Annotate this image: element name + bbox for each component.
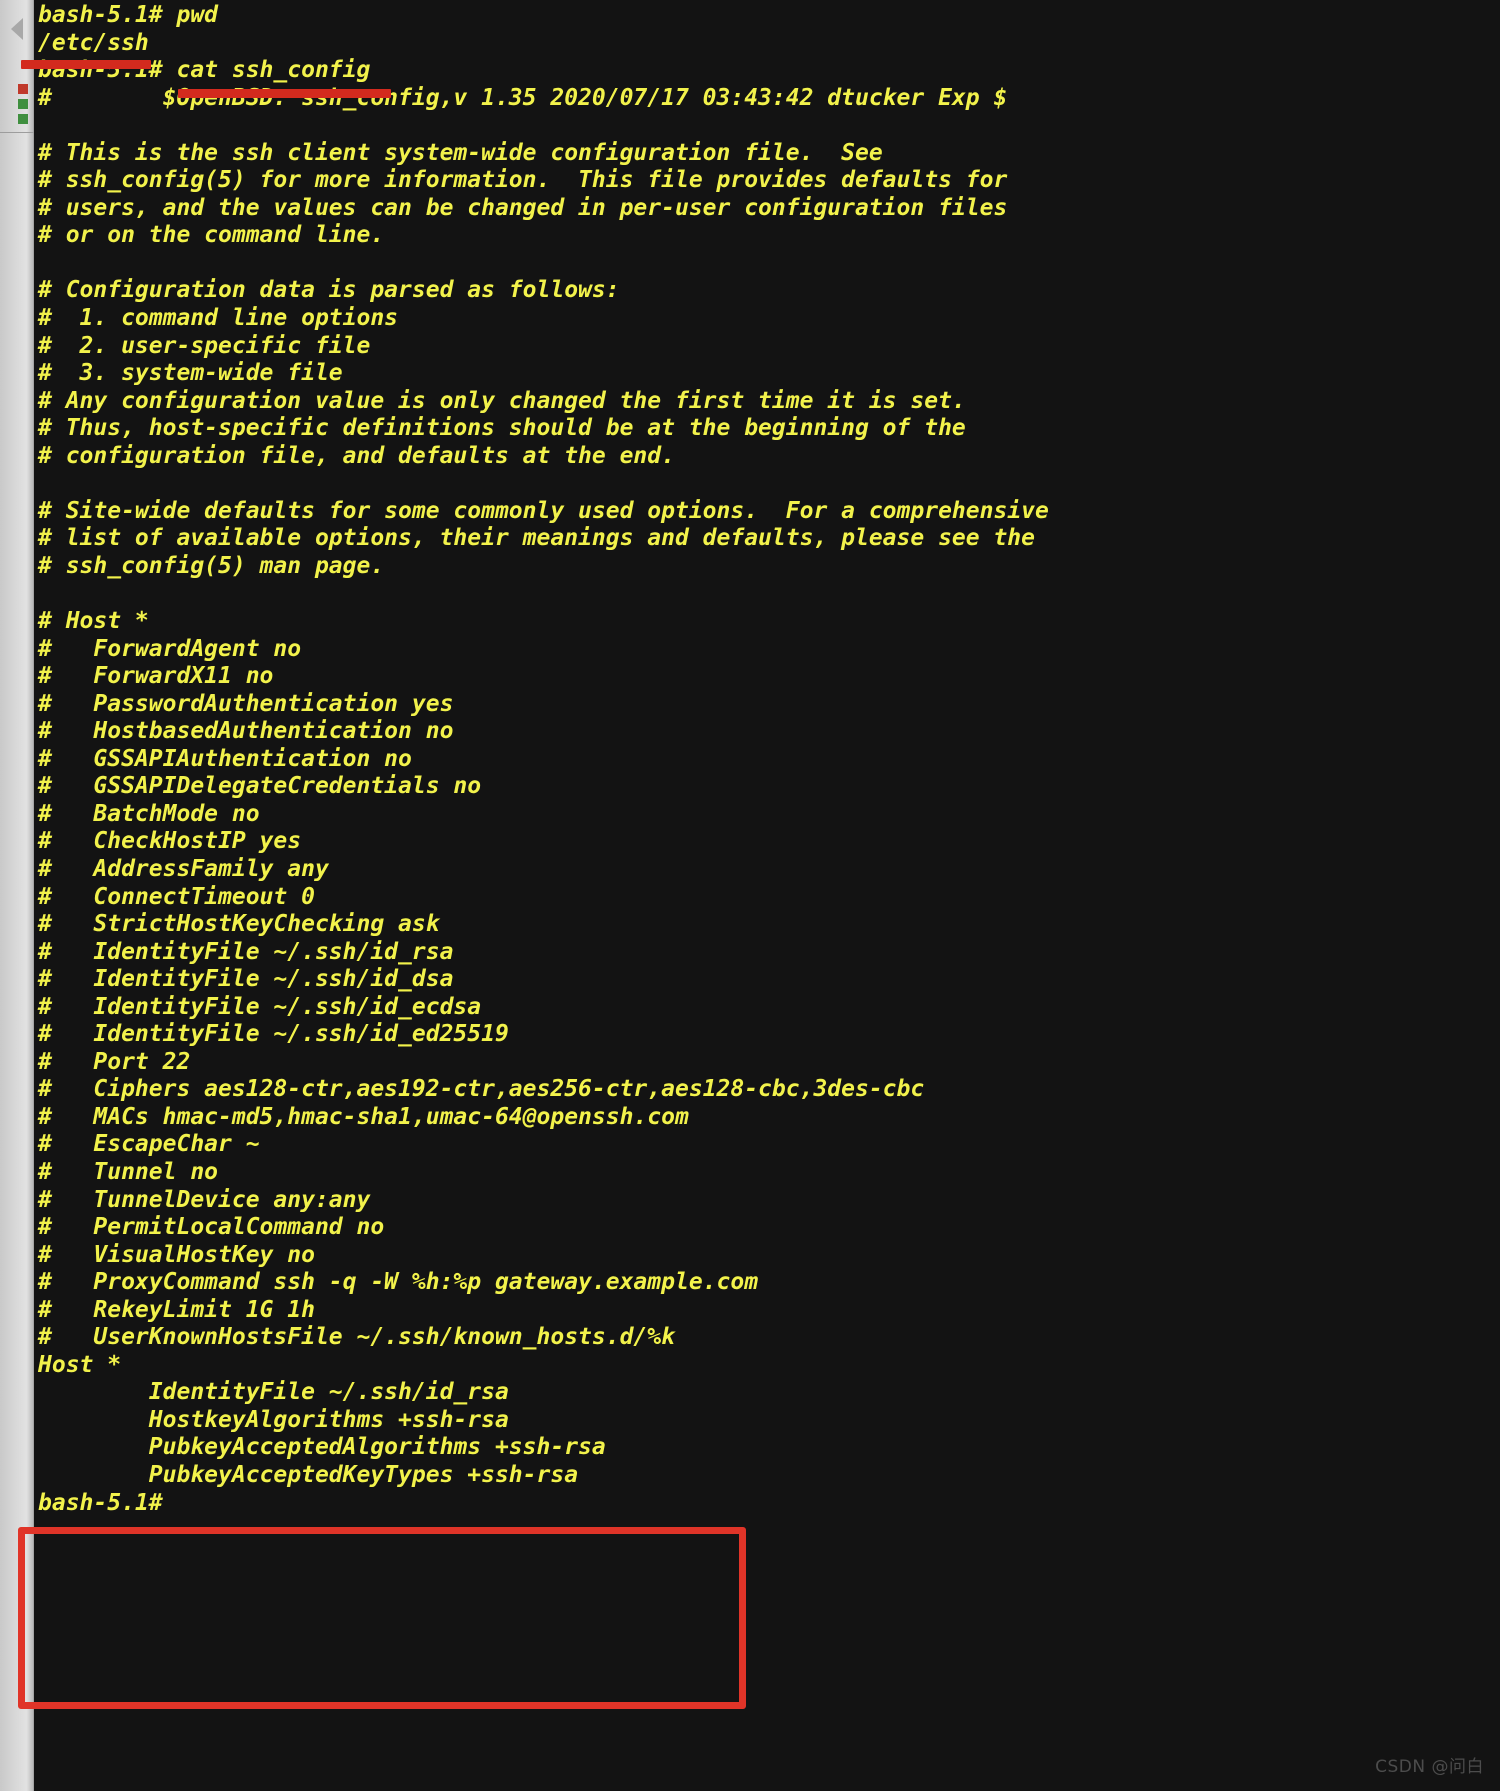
terminal-line: # CheckHostIP yes [38, 828, 302, 855]
terminal-line: # HostbasedAuthentication no [38, 718, 454, 745]
terminal-line: HostkeyAlgorithms +ssh-rsa [38, 1406, 509, 1433]
terminal-line: # PermitLocalCommand no [38, 1214, 385, 1241]
terminal-line: # Ciphers aes128-ctr,aes192-ctr,aes256-c… [38, 1076, 925, 1103]
terminal-line: # ForwardX11 no [38, 663, 274, 690]
terminal-line: # UserKnownHostsFile ~/.ssh/known_hosts.… [38, 1324, 675, 1351]
terminal-line: # ConnectTimeout 0 [38, 883, 315, 910]
terminal-line: # ProxyCommand ssh -q -W %h:%p gateway.e… [38, 1269, 759, 1296]
terminal-line: # Any configuration value is only change… [38, 387, 966, 414]
terminal-line: # Tunnel no [38, 1158, 219, 1185]
terminal-line: # StrictHostKeyChecking ask [38, 911, 440, 938]
marker-red[interactable] [18, 84, 28, 94]
terminal-line: # IdentityFile ~/.ssh/id_rsa [38, 938, 454, 965]
underline-etc-ssh [21, 60, 151, 69]
terminal-line: PubkeyAcceptedAlgorithms +ssh-rsa [38, 1434, 606, 1461]
marker-green-2[interactable] [18, 114, 28, 124]
terminal-line: # PasswordAuthentication yes [38, 690, 454, 717]
terminal-line: # BatchMode no [38, 800, 260, 827]
watermark: CSDN @问白 [1375, 1757, 1484, 1777]
terminal-line: # Configuration data is parsed as follow… [38, 277, 620, 304]
terminal-line: # Host * [38, 608, 149, 635]
terminal-line: # VisualHostKey no [38, 1241, 315, 1268]
underline-openbsd-tag [178, 89, 391, 98]
terminal-line: # IdentityFile ~/.ssh/id_ed25519 [38, 1021, 509, 1048]
terminal-line: # RekeyLimit 1G 1h [38, 1296, 315, 1323]
terminal-line: # EscapeChar ~ [38, 1131, 260, 1158]
terminal-line: # GSSAPIDelegateCredentials no [38, 773, 482, 800]
terminal-line: Host * [38, 1351, 122, 1378]
terminal-line: # TunnelDevice any:any [38, 1186, 371, 1213]
terminal-lines: bash-5.1# pwd/etc/ssh bash-5.1# cat ssh_c… [38, 2, 1498, 1517]
terminal-line: # ForwardAgent no [38, 635, 302, 662]
terminal-line: bash-5.1# [38, 1489, 163, 1516]
terminal-line: # ssh_config(5) for more information. Th… [38, 167, 1008, 194]
terminal-line: PubkeyAcceptedKeyTypes +ssh-rsa [38, 1461, 579, 1488]
terminal-line: # users, and the values can be changed i… [38, 194, 1008, 221]
terminal-line: /etc/ssh [38, 29, 149, 56]
terminal-line: # This is the ssh client system-wide con… [38, 139, 883, 166]
terminal-line: # AddressFamily any [38, 855, 329, 882]
terminal-line: # 2. user-specific file [38, 332, 371, 359]
terminal-line: # IdentityFile ~/.ssh/id_dsa [38, 966, 454, 993]
terminal-line: bash-5.1# pwd [38, 2, 219, 28]
terminal-line: # 1. command line options [38, 305, 399, 332]
chevron-left-icon[interactable] [11, 18, 23, 40]
terminal-line: # or on the command line. [38, 222, 385, 249]
terminal-line: # 3. system-wide file [38, 360, 343, 387]
terminal-line: # Port 22 [38, 1048, 191, 1075]
terminal-line: bash-5.1# cat ssh_config [38, 57, 371, 84]
terminal-window: bash-5.1# pwd/etc/ssh bash-5.1# cat ssh_c… [0, 0, 1500, 1791]
terminal-output-pane[interactable]: bash-5.1# pwd/etc/ssh bash-5.1# cat ssh_c… [34, 0, 1500, 1791]
gutter-divider [0, 132, 34, 133]
editor-gutter [0, 0, 34, 1791]
terminal-line: # IdentityFile ~/.ssh/id_ecdsa [38, 993, 482, 1020]
terminal-line: # MACs hmac-md5,hmac-sha1,umac-64@openss… [38, 1103, 689, 1130]
terminal-line: IdentityFile ~/.ssh/id_rsa [38, 1379, 509, 1406]
terminal-line: # ssh_config(5) man page. [38, 552, 385, 579]
terminal-line: # GSSAPIAuthentication no [38, 745, 412, 772]
terminal-line: # Thus, host-specific definitions should… [38, 415, 966, 442]
terminal-line: # list of available options, their meani… [38, 525, 1035, 552]
terminal-line: # configuration file, and defaults at th… [38, 442, 675, 469]
terminal-line: # Site-wide defaults for some commonly u… [38, 497, 1049, 524]
marker-green-1[interactable] [18, 99, 28, 109]
